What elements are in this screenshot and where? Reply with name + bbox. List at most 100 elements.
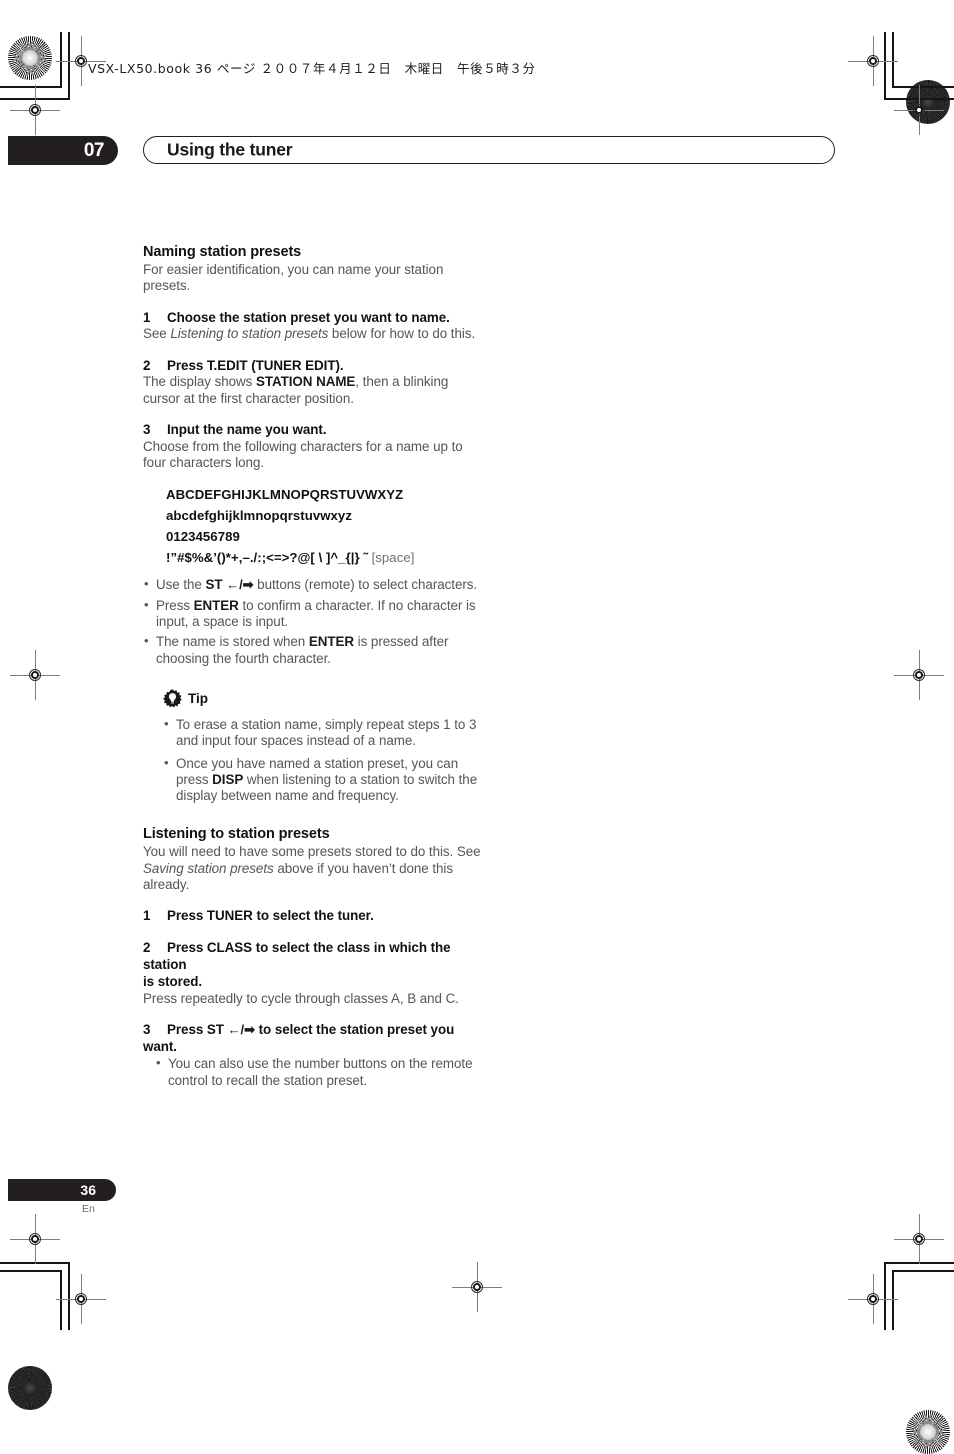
tip-heading: Tip: [163, 689, 481, 708]
page-language-code: En: [82, 1203, 95, 1215]
section-intro-listening-italic: Saving station presets: [143, 860, 274, 876]
chapter-number: 07: [83, 139, 105, 161]
registration-rosette-bottom-left: [8, 1366, 52, 1410]
listening-step-3: 3 Press ST ←/➡ to select the station pres…: [143, 1022, 481, 1089]
naming-note-3-a: The name is stored when: [156, 634, 309, 650]
tip-note-1-text: To erase a station name, simply repeat s…: [176, 716, 477, 749]
registration-mark-mid-left: [10, 650, 60, 700]
st-left-right-arrows-icon: ←/➡: [226, 577, 254, 593]
character-set-digits: 0123456789: [166, 529, 240, 545]
chapter-title-pill: Using the tuner: [143, 136, 835, 164]
character-set-symbols-row: !”#$%&’()*+,–./:;<=>?@[ \ ]^_{|} ˜ [spac…: [166, 547, 481, 568]
registration-mark-bottom-left: [56, 1274, 106, 1324]
section-intro-naming: For easier identification, you can name …: [143, 262, 444, 294]
naming-step-1-body-b: below for how to do this.: [328, 326, 476, 342]
section-intro-listening: You will need to have some presets store…: [143, 844, 481, 893]
crop-line-bottom-left-horizontal: [0, 1270, 62, 1272]
section-heading-naming: Naming station presets: [143, 244, 302, 260]
listening-step-2-heading: 2 Press CLASS to select the class in whic…: [143, 940, 481, 990]
registration-rosette-top-left: [8, 36, 52, 80]
listening-step-1-title: Press TUNER to select the tuner.: [167, 908, 374, 924]
naming-step-1-number: 1: [143, 309, 151, 325]
naming-step-1-heading: 1 Choose the station preset you want to n…: [143, 310, 481, 327]
section-listening: Listening to station presets You will ne…: [143, 826, 481, 893]
naming-note-3: The name is stored when ENTER is pressed…: [143, 633, 481, 667]
listening-step-3-notes: You can also use the number buttons on t…: [155, 1055, 481, 1089]
tip-notes-list: To erase a station name, simply repeat s…: [163, 716, 481, 805]
listening-step-2-body: Press repeatedly to cycle through classe…: [143, 990, 459, 1006]
registration-mark-bottom-center: [452, 1262, 502, 1312]
tip-note-2: Once you have named a station preset, yo…: [163, 755, 481, 805]
naming-step-2: 2 Press T.EDIT (TUNER EDIT). The display …: [143, 358, 481, 407]
disp-button-label: DISP: [212, 771, 244, 787]
registration-rosette-bottom-right: [906, 1410, 950, 1454]
naming-step-3-heading: 3 Input the name you want.: [143, 422, 481, 439]
page-title: Using the tuner: [167, 139, 293, 160]
listening-step-2-title: Press CLASS to select the class in which…: [143, 940, 451, 972]
registration-mark-top-right: [848, 36, 898, 86]
naming-step-1-title: Choose the station preset you want to na…: [167, 309, 450, 325]
naming-step-2-heading: 2 Press T.EDIT (TUNER EDIT).: [143, 358, 481, 375]
character-set-uppercase: ABCDEFGHIJKLMNOPQRSTUVWXYZ: [166, 487, 404, 503]
tip-label: Tip: [188, 690, 208, 706]
registration-mark-lower-right-edge: [894, 1214, 944, 1264]
registration-mark-bottom-right: [848, 1274, 898, 1324]
naming-note-1: Use the ST ←/➡ buttons (remote) to selec…: [143, 576, 481, 593]
naming-step-2-number: 2: [143, 357, 151, 373]
tip-gear-bulb-icon: [163, 689, 182, 708]
crop-line-bottom-right-vertical: [892, 1272, 894, 1330]
naming-step-3: 3 Input the name you want. Choose from th…: [143, 422, 481, 471]
page-number-tab: 36: [8, 1179, 116, 1201]
registration-mark-upper-right-edge: [894, 85, 944, 135]
naming-step-1-body-italic: Listening to station presets: [170, 326, 329, 342]
listening-step-3-number: 3: [143, 1021, 151, 1037]
naming-step-3-title: Input the name you want.: [167, 422, 327, 438]
naming-step-1-body-a: See: [143, 326, 171, 342]
naming-step-3-number: 3: [143, 422, 151, 438]
tip-block: Tip To erase a station name, simply repe…: [163, 689, 481, 804]
book-file-header-note: VSX-LX50.book 36 ページ ２００７年４月１２日 木曜日 午後５時…: [88, 61, 536, 76]
crop-line-top-left-horizontal: [0, 86, 62, 88]
listening-step-3-heading: 3 Press ST ←/➡ to select the station pres…: [143, 1022, 481, 1056]
crop-line-top-right-horizontal: [892, 86, 954, 88]
enter-button-label-2: ENTER: [308, 634, 355, 650]
character-set-symbols: !”#$%&’()*+,–./:;<=>?@[ \ ]^_{|} ˜: [166, 550, 368, 566]
chapter-number-tab: 07: [8, 136, 118, 165]
registration-mark-mid-right: [894, 650, 944, 700]
naming-step-2-body: The display shows STATION NAME, then a b…: [143, 374, 481, 407]
character-set-lowercase: abcdefghijklmnopqrstuvwxyz: [166, 508, 352, 524]
listening-step-2: 2 Press CLASS to select the class in whic…: [143, 940, 481, 1007]
page-number: 36: [80, 1182, 96, 1198]
naming-note-2: Press ENTER to confirm a character. If n…: [143, 597, 481, 631]
st-left-right-arrows-icon-2: ←/➡: [227, 1021, 255, 1037]
naming-step-1-body: See Listening to station presets below f…: [143, 326, 481, 342]
listening-step-3-title-a: Press ST: [167, 1021, 228, 1037]
section-heading-listening: Listening to station presets: [143, 826, 330, 843]
station-name-label: STATION NAME: [255, 374, 356, 390]
content-column: Naming station presets For easier identi…: [143, 244, 481, 1093]
naming-step-2-body-a: The display shows: [143, 374, 256, 390]
listening-step-1-number: 1: [143, 908, 151, 924]
naming-step-3-body: Choose from the following characters for…: [143, 438, 463, 471]
crop-line-bottom-right-horizontal: [892, 1270, 954, 1272]
tip-note-1: To erase a station name, simply repeat s…: [163, 716, 481, 750]
character-set-space-label: [space]: [371, 550, 415, 566]
listening-step-2-number: 2: [143, 940, 151, 956]
listening-step-2-title-cont: is stored.: [143, 973, 203, 989]
listening-step-3-note: You can also use the number buttons on t…: [155, 1055, 481, 1089]
naming-step-1: 1 Choose the station preset you want to n…: [143, 310, 481, 343]
naming-note-1-b: buttons (remote) to select characters.: [253, 577, 478, 593]
registration-mark-upper-left-edge: [10, 85, 60, 135]
listening-step-1: 1 Press TUNER to select the tuner.: [143, 908, 481, 925]
st-button-label: ST: [205, 577, 223, 593]
naming-note-2-a: Press: [156, 597, 194, 613]
naming-notes-list: Use the ST ←/➡ buttons (remote) to selec…: [143, 576, 481, 667]
section-intro-listening-a: You will need to have some presets store…: [143, 844, 481, 860]
naming-note-1-a: Use the: [156, 577, 206, 593]
crop-line-bottom-left-vertical: [60, 1272, 62, 1330]
registration-mark-lower-left-edge: [10, 1214, 60, 1264]
listening-step-1-heading: 1 Press TUNER to select the tuner.: [143, 908, 481, 925]
character-set-list: ABCDEFGHIJKLMNOPQRSTUVWXYZ abcdefghijklm…: [166, 484, 481, 568]
naming-step-2-title: Press T.EDIT (TUNER EDIT).: [167, 357, 344, 373]
enter-button-label-1: ENTER: [193, 597, 239, 613]
